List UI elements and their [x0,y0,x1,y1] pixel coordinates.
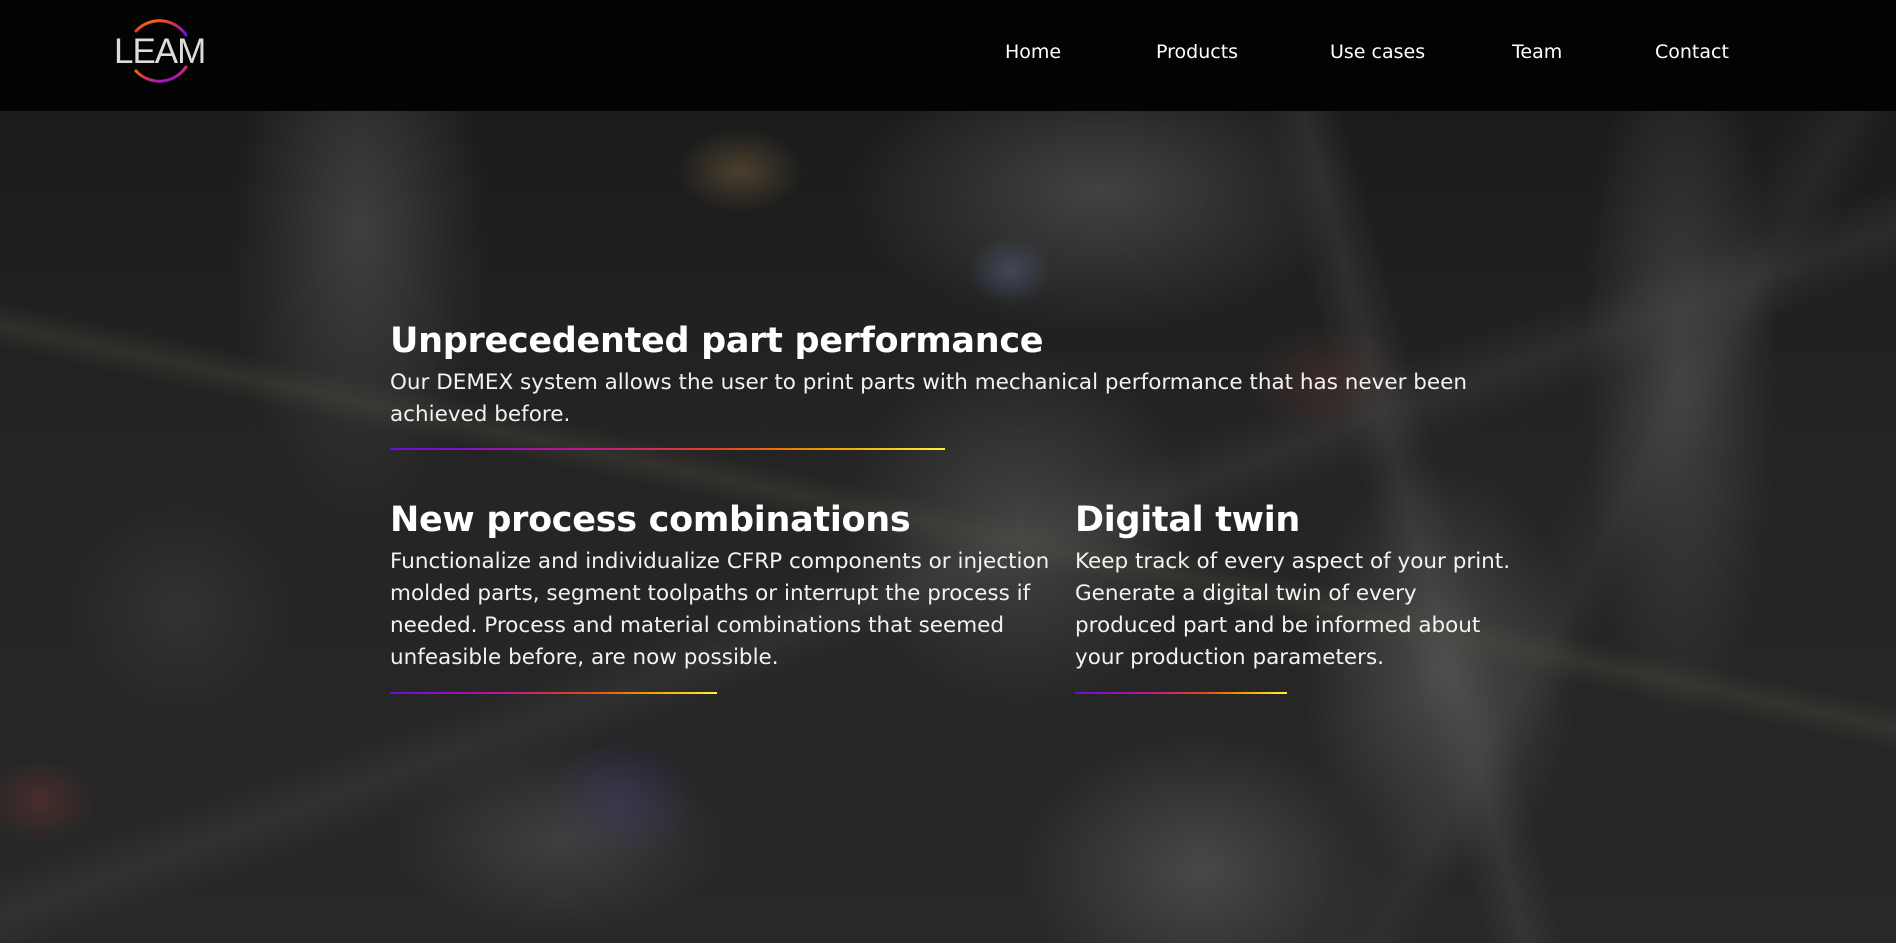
feature-description: Our DEMEX system allows the user to prin… [390,370,1467,427]
feature-description: Functionalize and individualize CFRP com… [390,549,1050,670]
gradient-divider [1075,692,1287,694]
feature-title: Unprecedented part performance [390,321,1044,361]
nav-team[interactable]: Team [1512,39,1562,65]
feature-process-combinations: New process combinations Functionalize a… [390,500,1050,674]
nav-contact[interactable]: Contact [1655,39,1729,65]
nav-products[interactable]: Products [1156,39,1238,65]
nav-home[interactable]: Home [1005,39,1061,65]
site-header: LEAM Home Products Use cases Team Contac… [0,0,1896,111]
main-nav: Home Products Use cases Team Contact [0,0,1896,104]
feature-performance: Unprecedented part performance Our DEMEX… [390,321,1490,431]
feature-description: Keep track of every aspect of your print… [1075,549,1511,670]
page: LEAM Home Products Use cases Team Contac… [0,0,1896,943]
feature-title: Digital twin [1075,500,1301,540]
gradient-divider [390,692,717,694]
feature-digital-twin: Digital twin Keep track of every aspect … [1075,500,1515,674]
features-section: Unprecedented part performance Our DEMEX… [0,0,1896,943]
feature-title: New process combinations [390,500,911,540]
nav-use-cases[interactable]: Use cases [1330,39,1425,65]
gradient-divider [390,448,945,450]
